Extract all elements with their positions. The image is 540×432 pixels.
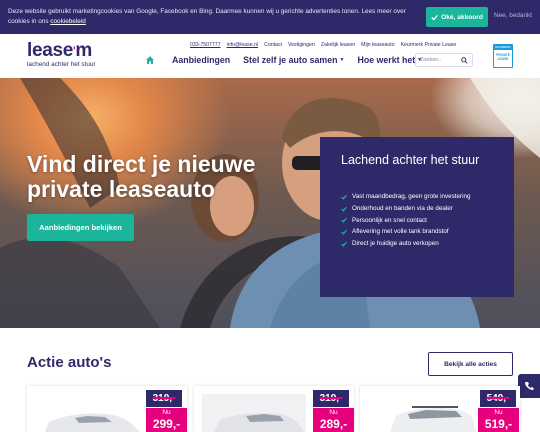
phone-link[interactable]: 033-7507777 [190, 42, 221, 48]
new-price: Nu 289,- [313, 408, 354, 432]
chevron-down-icon: ▼ [339, 57, 345, 63]
cookie-accept-button[interactable]: Oké, akkoord [426, 7, 488, 27]
usp-item: Vast maandbedrag, geen grote investering [341, 191, 471, 203]
usp-item: Direct je huidige auto verkopen [341, 238, 471, 250]
old-price: 319,- [313, 390, 349, 407]
site-header: lease'm lachend achter het stuur 033-750… [0, 34, 540, 78]
usp-panel: Lachend achter het stuur Vast maandbedra… [320, 137, 514, 297]
logo-word: lease [27, 40, 74, 61]
usp-item: Aflevering met volle tank brandstof [341, 226, 471, 238]
search-placeholder: Zoeken.. [420, 57, 442, 63]
view-all-deals-button[interactable]: Bekijk alle acties [428, 352, 513, 376]
search-input[interactable]: Zoeken.. [415, 53, 473, 67]
mijn-leaseauto-link[interactable]: Mijn leaseauto [361, 42, 394, 48]
keurmerk-badge[interactable]: KEURMERK PRIVATE LEASE [493, 44, 513, 68]
new-price: Nu 519,- [478, 408, 519, 432]
chat-button[interactable] [518, 374, 540, 398]
keurmerk-link[interactable]: Keurmerk Private Lease [401, 42, 457, 48]
vestigingen-link[interactable]: Vestigingen [288, 42, 315, 48]
old-price: 549,- [480, 390, 516, 407]
usp-panel-title: Lachend achter het stuur [341, 153, 480, 167]
check-icon [341, 241, 347, 247]
check-icon [431, 14, 438, 21]
hero-title: Vind direct je nieuwe private leaseauto [27, 151, 256, 202]
old-price: 319,- [146, 390, 182, 407]
site-logo[interactable]: lease'm lachend achter het stuur [27, 40, 96, 68]
badge-top-text: KEURMERK [494, 45, 512, 50]
hero-banner: Vind direct je nieuwe private leaseauto … [0, 78, 540, 328]
logo-tagline: lachend achter het stuur [27, 61, 96, 68]
phone-icon [525, 382, 534, 391]
contact-link[interactable]: Contact [264, 42, 282, 48]
logo-mark: m [75, 40, 92, 61]
cookie-text: Deze website gebruikt marketingcookies v… [8, 8, 406, 25]
badge-text: PRIVATE LEASE [496, 53, 510, 61]
cookie-accept-label: Oké, akkoord [441, 13, 483, 21]
usp-item: Persoonlijk en snel contact [341, 215, 471, 227]
cookie-bar: Deze website gebruikt marketingcookies v… [0, 0, 540, 34]
main-nav: Aanbiedingen Stel zelf je auto samen ▼ Ho… [145, 55, 435, 65]
zakelijk-leasen-link[interactable]: Zakelijk leasen [321, 42, 355, 48]
usp-item: Onderhoud en banden via de dealer [341, 203, 471, 215]
search-icon[interactable] [461, 57, 468, 64]
nav-hoe-werkt-het[interactable]: Hoe werkt het ▼ [357, 55, 422, 65]
top-links: 033-7507777 info@lease.nl Contact Vestig… [190, 42, 456, 48]
nav-aanbiedingen[interactable]: Aanbiedingen [172, 55, 230, 65]
check-icon [341, 206, 347, 212]
actie-title: Actie auto's [27, 354, 112, 371]
offers-cta-button[interactable]: Aanbiedingen bekijken [27, 214, 134, 241]
email-link[interactable]: info@lease.nl [227, 42, 259, 48]
nav-stel-zelf-samen[interactable]: Stel zelf je auto samen ▼ [243, 55, 344, 65]
usp-list: Vast maandbedrag, geen grote investering… [341, 191, 471, 250]
new-price: Nu 299,- [146, 408, 187, 432]
check-icon [341, 218, 347, 224]
check-icon [341, 230, 347, 235]
home-icon[interactable] [145, 55, 155, 65]
cookie-policy-link[interactable]: cookiebeleid [50, 18, 86, 25]
check-icon [341, 194, 347, 200]
cookie-decline-link[interactable]: Nee, bedankt [494, 12, 532, 19]
